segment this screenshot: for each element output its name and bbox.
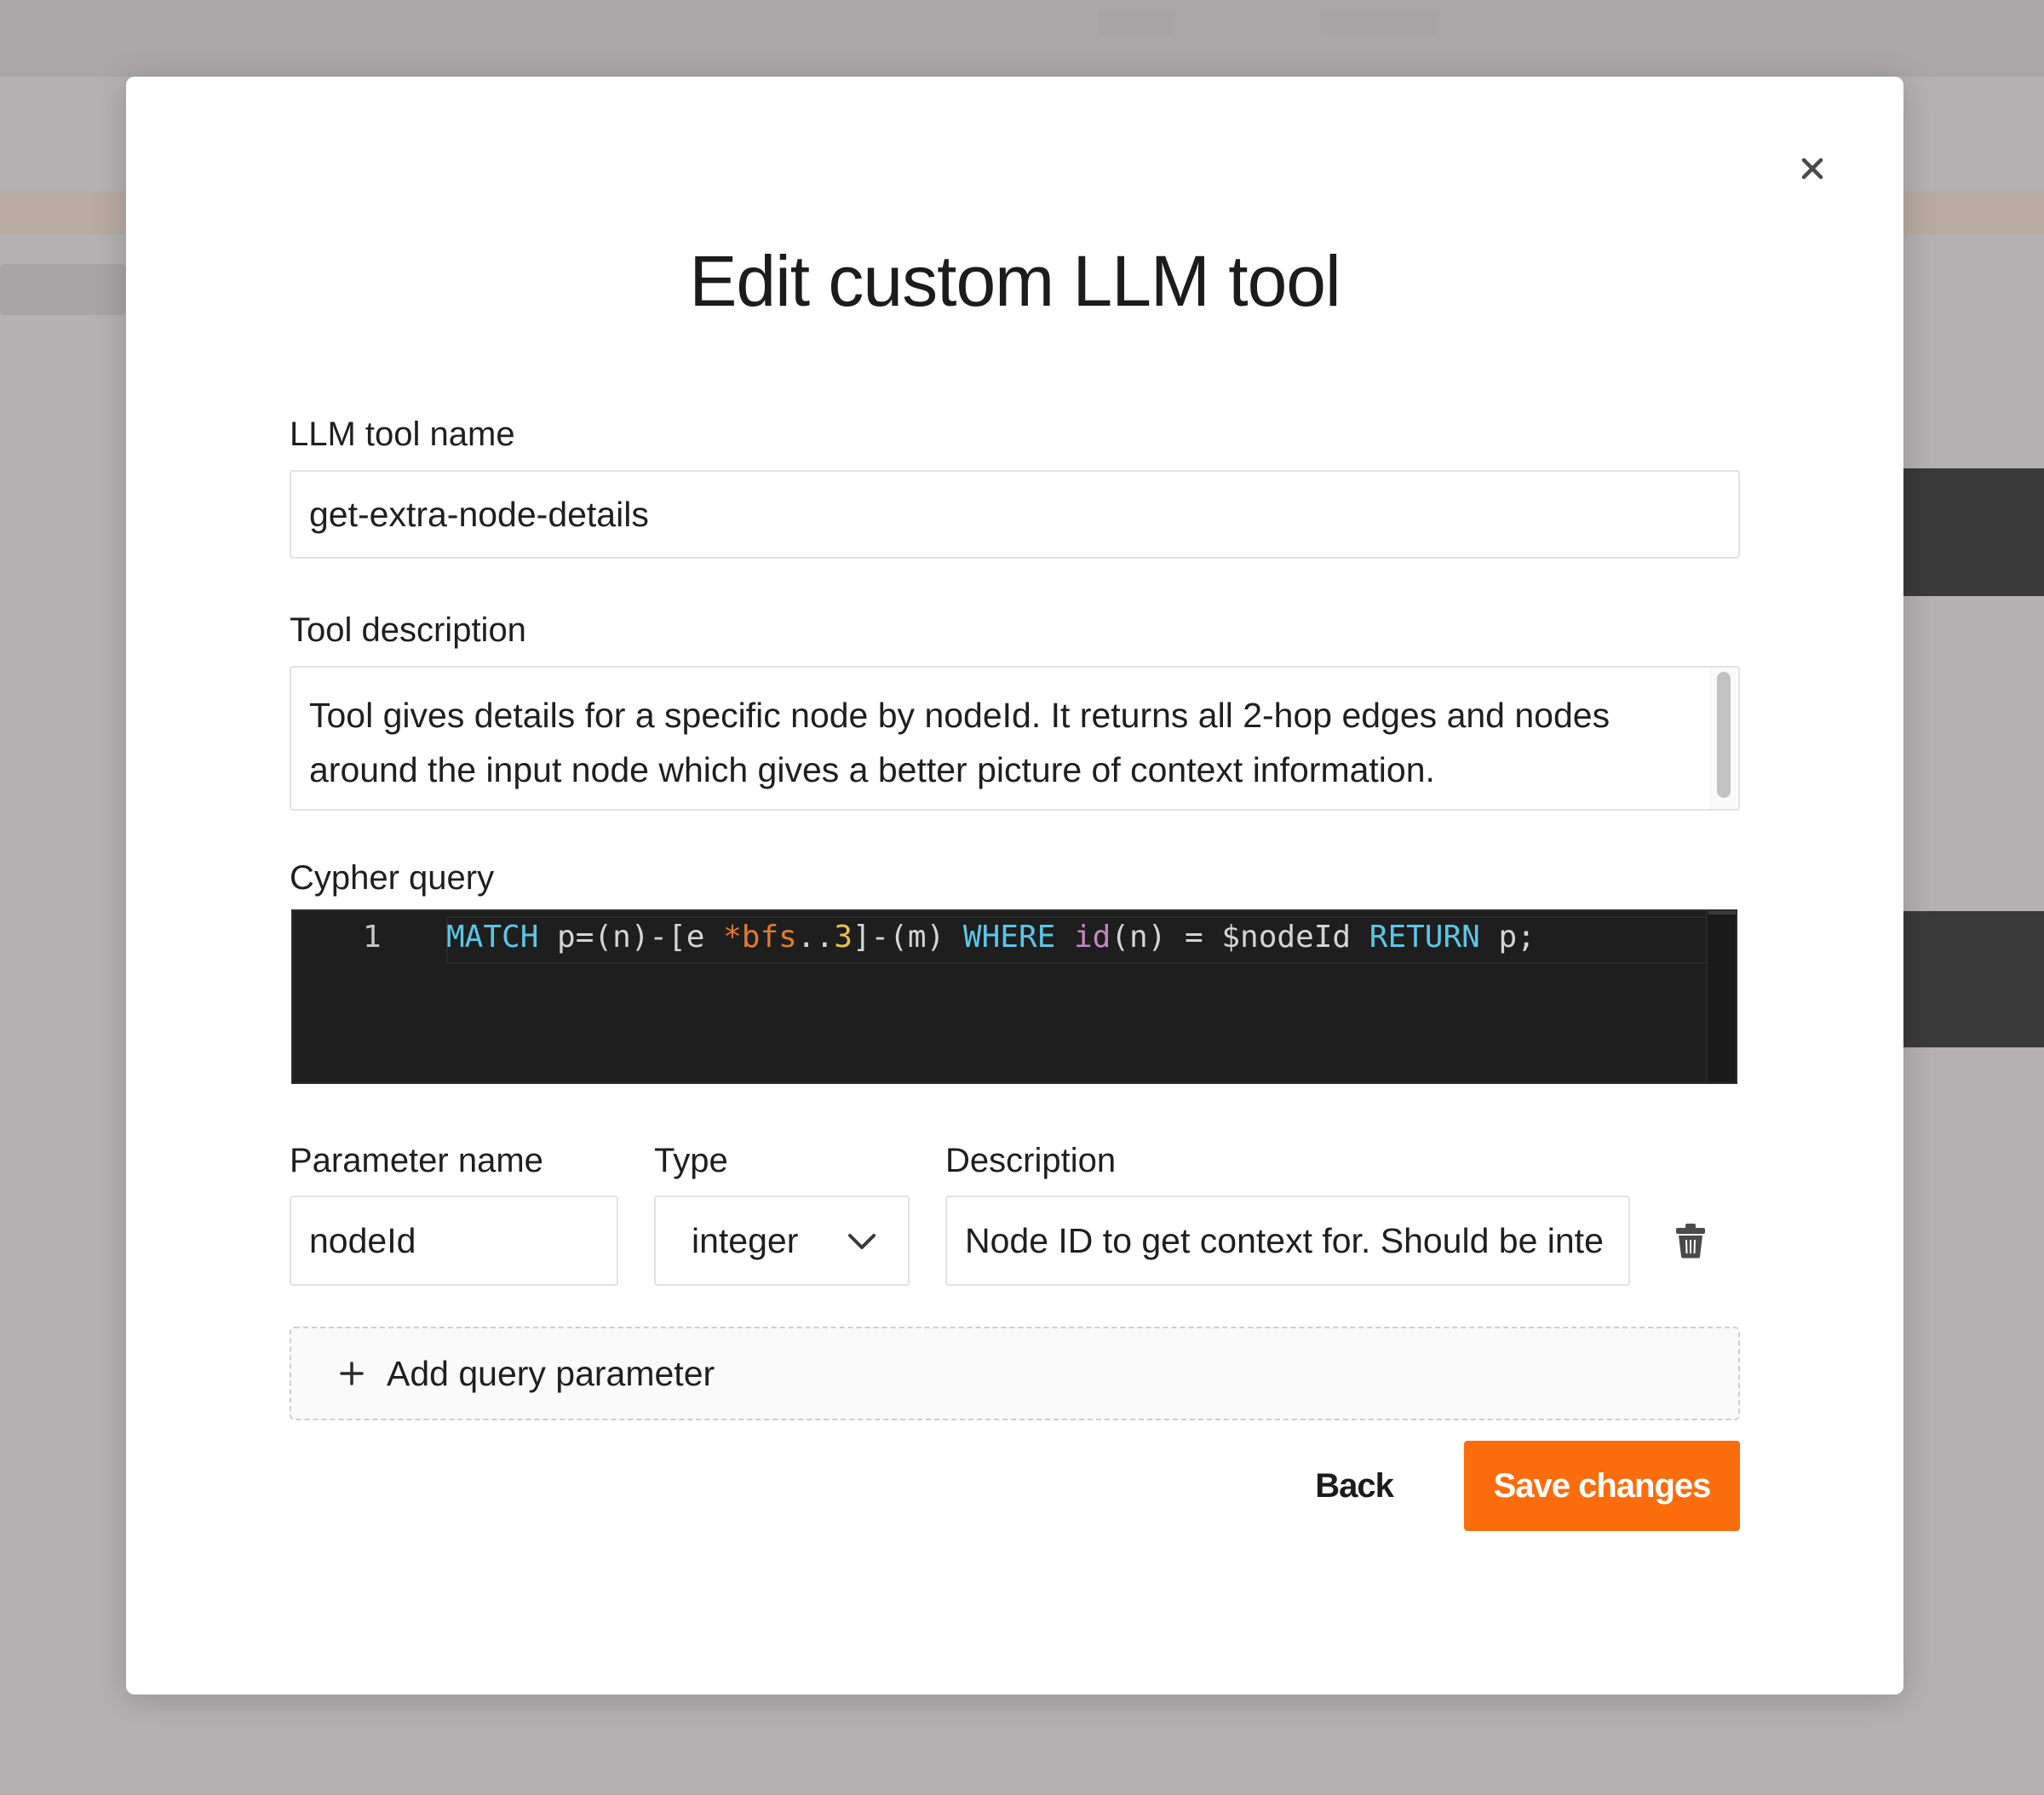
tool-name-input[interactable]: get-extra-node-details [290, 470, 1740, 559]
background-element [1320, 9, 1439, 34]
delete-parameter-button[interactable] [1672, 1219, 1709, 1262]
parameter-type-header: Type [654, 1142, 728, 1179]
cypher-query-label: Cypher query [290, 859, 495, 897]
parameter-description-input[interactable]: Node ID to get context for. Should be in… [945, 1196, 1630, 1286]
trash-icon [1676, 1224, 1705, 1259]
background-element [0, 264, 126, 315]
code-editor-scrollbar-thumb[interactable] [1708, 911, 1736, 915]
background-element [1099, 9, 1175, 34]
parameter-name-header: Parameter name [290, 1142, 543, 1179]
close-icon [1801, 158, 1823, 180]
add-query-parameter-label: Add query parameter [387, 1353, 715, 1393]
code-token: p; [1479, 920, 1536, 955]
code-token: .. [796, 920, 835, 955]
save-changes-button[interactable]: Save changes [1464, 1441, 1740, 1531]
textarea-scrollbar-thumb[interactable] [1717, 672, 1731, 798]
code-keyword: RETURN [1369, 920, 1480, 955]
code-number: 3 [834, 920, 853, 955]
modal-title: Edit custom LLM tool [689, 241, 1341, 321]
line-number: 1 [363, 920, 382, 955]
code-editor-scrollbar[interactable] [1706, 911, 1736, 1082]
tool-description-label: Tool description [290, 611, 526, 649]
tool-description-textarea[interactable]: Tool gives details for a specific node b… [290, 666, 1740, 811]
parameter-name-input[interactable]: nodeId [290, 1196, 618, 1286]
code-token: ]-(m) [852, 920, 963, 955]
parameter-description-header: Description [945, 1142, 1117, 1179]
parameter-type-select[interactable]: integer [654, 1196, 910, 1286]
background-topbar [0, 0, 2044, 77]
code-token: (n) = $nodeId [1111, 920, 1369, 955]
chevron-down-icon [848, 1234, 876, 1249]
code-keyword: MATCH [446, 920, 539, 955]
parameter-type-value: integer [692, 1220, 799, 1260]
code-token: p=(n)-[e [538, 920, 724, 955]
plus-icon [340, 1362, 364, 1385]
code-line[interactable]: MATCH p=(n)-[e *bfs..3]-(m) WHERE id(n) … [446, 920, 1536, 955]
code-function: id [1073, 920, 1111, 955]
tool-name-label: LLM tool name [290, 416, 515, 453]
close-button[interactable] [1792, 148, 1833, 189]
code-keyword: WHERE [962, 920, 1056, 955]
add-query-parameter-button[interactable]: Add query parameter [290, 1327, 1740, 1420]
cypher-code-editor[interactable]: 1 MATCH p=(n)-[e *bfs..3]-(m) WHERE id(n… [291, 909, 1737, 1084]
code-token: *bfs [723, 920, 797, 955]
back-button[interactable]: Back [1295, 1441, 1414, 1531]
